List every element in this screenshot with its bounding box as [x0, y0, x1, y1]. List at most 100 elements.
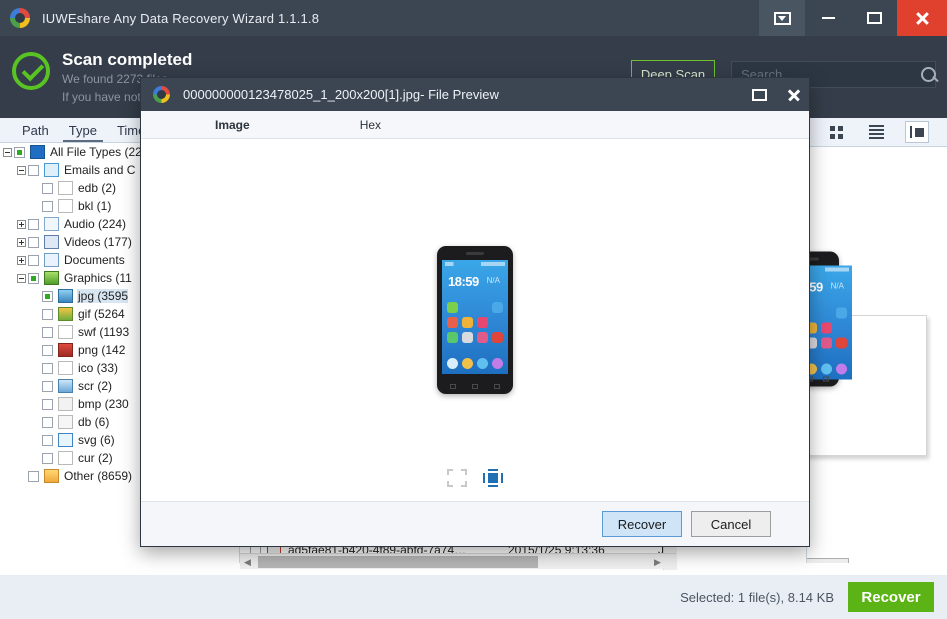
list-view-icon[interactable]: [865, 121, 889, 143]
dialog-footer: Recover Cancel: [141, 501, 809, 546]
tree-item-label: All File Types (22: [50, 145, 142, 159]
tree-item-checkbox[interactable]: [28, 164, 39, 176]
tree-item-checkbox[interactable]: [42, 362, 53, 374]
view-mode-bar: [806, 118, 947, 147]
tree-item-label: Emails and C: [64, 163, 136, 177]
app-logo-icon: [10, 8, 30, 28]
tree-item-label: db (6): [78, 415, 110, 429]
tree-item-checkbox[interactable]: [28, 470, 39, 482]
png-icon: [58, 343, 73, 357]
main-title-bar: IUWEshare Any Data Recovery Wizard 1.1.1…: [0, 0, 947, 36]
folder-icon: [44, 469, 59, 483]
maximize-icon[interactable]: [752, 88, 767, 101]
tree-item-checkbox[interactable]: [28, 218, 39, 230]
fit-frame-icon[interactable]: [447, 469, 467, 487]
bmp-icon: [58, 397, 73, 411]
tree-item-checkbox[interactable]: [42, 326, 53, 338]
tab-image[interactable]: Image: [215, 118, 250, 132]
tree-item-checkbox[interactable]: [42, 452, 53, 464]
tree-item-label: Documents: [64, 253, 125, 267]
close-icon[interactable]: [787, 88, 801, 102]
file-preview-dialog: 000000000123478025_1_200x200[1].jpg- Fil…: [140, 77, 810, 547]
tree-item-checkbox[interactable]: [42, 416, 53, 428]
scroll-thumb[interactable]: [258, 556, 538, 568]
thumbnail-card[interactable]: 18:59 N/A: [807, 251, 927, 456]
tree-expander-icon[interactable]: [14, 233, 28, 251]
tree-item-label: bkl (1): [78, 199, 112, 213]
tree-item-label: ico (33): [78, 361, 119, 375]
tree-item-checkbox[interactable]: [42, 380, 53, 392]
close-icon[interactable]: [897, 0, 947, 36]
recover-button[interactable]: Recover: [848, 582, 934, 612]
phone-clock: 18:59: [448, 274, 479, 289]
tree-item-checkbox[interactable]: [42, 200, 53, 212]
tree-expander-icon[interactable]: [14, 251, 28, 269]
list-horizontal-scrollbar[interactable]: ◀ ▶: [240, 553, 676, 569]
tree-item-label: svg (6): [78, 433, 115, 447]
scroll-right-arrow[interactable]: ▶: [654, 557, 662, 567]
main-window-title: IUWEshare Any Data Recovery Wizard 1.1.1…: [42, 10, 320, 26]
dialog-window-controls: [752, 78, 801, 111]
tree-expander-icon[interactable]: [14, 269, 28, 287]
actual-size-icon[interactable]: [483, 469, 503, 487]
tree-item-checkbox[interactable]: [42, 308, 53, 320]
tree-expander-icon[interactable]: [14, 215, 28, 233]
tab-type[interactable]: Type: [59, 123, 107, 142]
tree-item-checkbox[interactable]: [42, 434, 53, 446]
tree-item-label: swf (1193: [78, 325, 130, 339]
scr-icon: [58, 379, 73, 393]
tab-path[interactable]: Path: [12, 123, 59, 142]
grid-view-icon[interactable]: [825, 121, 849, 143]
menu-box-icon[interactable]: [759, 0, 805, 36]
scroll-left-arrow[interactable]: ◀: [244, 557, 252, 567]
tree-item-label: Other (8659): [64, 469, 133, 483]
phone-signal-label: N/A: [486, 276, 500, 285]
dialog-recover-button[interactable]: Recover: [602, 511, 682, 537]
window-controls: [759, 0, 947, 36]
tree-item-checkbox[interactable]: [42, 290, 53, 302]
tree-item-checkbox[interactable]: [28, 236, 39, 248]
check-circle-icon: [12, 52, 50, 90]
tree-item-label: Audio (224): [64, 217, 127, 231]
tree-item-checkbox[interactable]: [42, 398, 53, 410]
bottom-bar: Selected: 1 file(s), 8.14 KB Recover: [0, 575, 947, 619]
tree-item-label: jpg (3595: [77, 289, 129, 303]
blank-file-icon: [58, 181, 73, 195]
zoom-tool-group: [141, 469, 809, 487]
minimize-icon[interactable]: [805, 0, 851, 36]
dialog-cancel-button[interactable]: Cancel: [691, 511, 771, 537]
tree-item-label: edb (2): [78, 181, 117, 195]
gif-icon: [58, 307, 73, 321]
tree-item-checkbox[interactable]: [14, 146, 25, 158]
tab-hex[interactable]: Hex: [360, 118, 381, 132]
tree-expander-icon[interactable]: [14, 161, 28, 179]
search-icon[interactable]: [917, 61, 936, 88]
graphics-icon: [44, 271, 59, 285]
tree-item-checkbox[interactable]: [28, 272, 39, 284]
dialog-preview-body: 18:59 N/A: [141, 139, 809, 501]
preview-button[interactable]: Preview: [807, 558, 849, 563]
tree-item-checkbox[interactable]: [28, 254, 39, 266]
tree-expander-icon[interactable]: [0, 143, 14, 161]
tree-item-checkbox[interactable]: [42, 344, 53, 356]
tree-item-checkbox[interactable]: [42, 182, 53, 194]
split-view-icon[interactable]: [904, 121, 929, 143]
selection-status: Selected: 1 file(s), 8.14 KB: [680, 589, 834, 605]
mail-icon: [44, 163, 59, 177]
maximize-icon[interactable]: [851, 0, 897, 36]
